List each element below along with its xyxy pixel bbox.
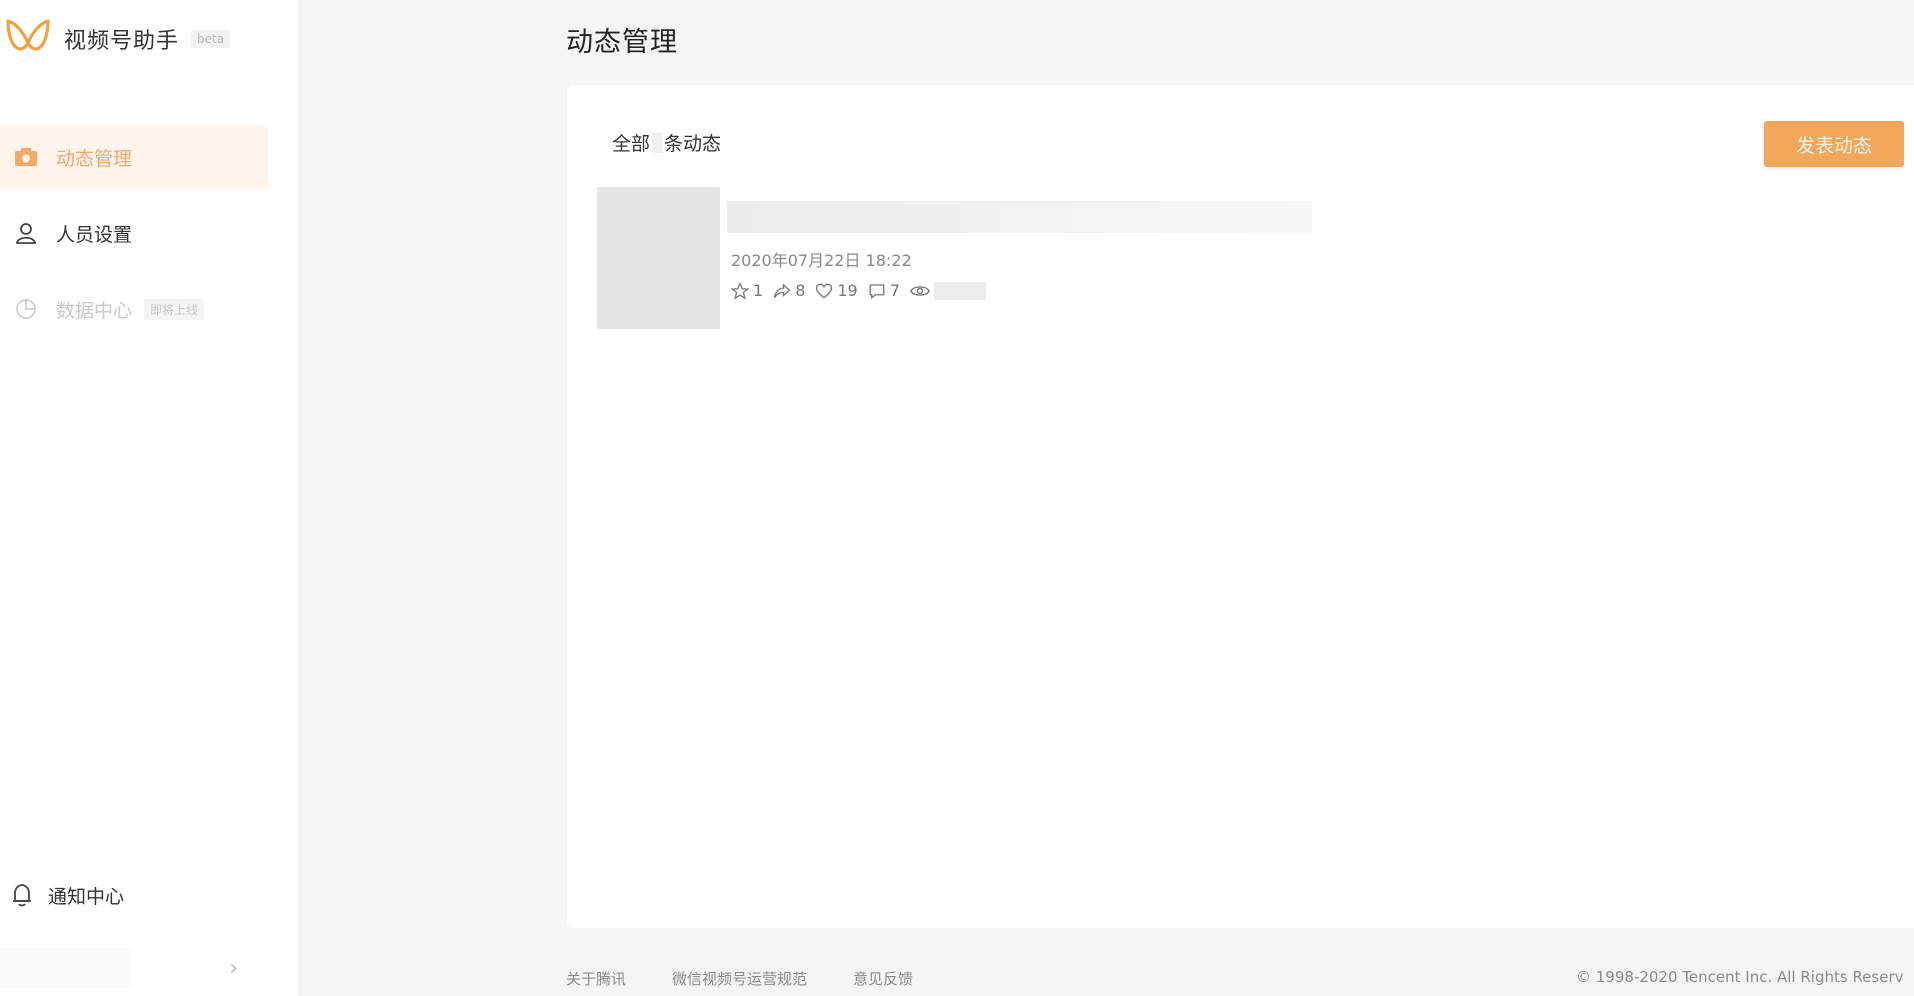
like-count: 19 xyxy=(837,281,858,300)
like-stat: 19 xyxy=(815,281,858,300)
eye-icon xyxy=(909,285,930,296)
sidebar-collapse[interactable]: › xyxy=(0,940,298,996)
footer-link-guidelines[interactable]: 微信视频号运营规范 xyxy=(672,968,807,989)
footer-link-feedback[interactable]: 意见反馈 xyxy=(853,968,913,989)
post-item[interactable]: 2020年07月22日 18:22 1 8 19 7 xyxy=(597,187,1397,331)
share-count: 8 xyxy=(795,281,806,300)
sidebar-item-posts[interactable]: 动态管理 xyxy=(0,125,268,189)
notification-center-label: 通知中心 xyxy=(48,885,125,908)
post-thumbnail[interactable] xyxy=(597,187,720,329)
channels-logo-icon xyxy=(6,19,50,51)
view-count-blurred xyxy=(933,281,986,300)
footer-link-about[interactable]: 关于腾讯 xyxy=(566,968,626,989)
collapse-bar xyxy=(0,948,130,988)
share-stat: 8 xyxy=(773,281,805,300)
posts-card: 全部 条动态 发表动态 2020年07月22日 18:22 1 8 19 7 xyxy=(567,85,1914,928)
sidebar-item-members[interactable]: 人员设置 xyxy=(0,201,268,265)
sidebar-item-data-center[interactable]: 数据中心 即将上线 xyxy=(0,277,268,341)
star-icon xyxy=(731,281,749,300)
beta-badge: beta xyxy=(191,30,231,48)
heart-icon xyxy=(816,283,833,299)
post-stats: 1 8 19 7 xyxy=(731,281,996,300)
copyright: © 1998-2020 Tencent Inc. All Rights Rese… xyxy=(1576,968,1904,986)
brand: 视频号助手 beta xyxy=(0,14,231,64)
bell-icon xyxy=(8,881,36,909)
filter-prefix: 全部 xyxy=(612,133,651,155)
page-title: 动态管理 xyxy=(566,27,678,58)
sidebar: 视频号助手 beta 动态管理 人员设置 数据中心 即将上线 通知中心 › xyxy=(0,0,298,996)
post-date: 2020年07月22日 18:22 xyxy=(731,251,912,270)
comment-icon xyxy=(869,283,885,299)
sidebar-item-label: 人员设置 xyxy=(56,223,133,246)
pie-chart-icon xyxy=(12,295,40,323)
notification-center[interactable]: 通知中心 xyxy=(0,870,124,920)
footer-links: 关于腾讯 微信视频号运营规范 意见反馈 xyxy=(566,968,959,989)
sidebar-item-label: 数据中心 xyxy=(56,299,133,322)
comment-stat: 7 xyxy=(868,281,900,300)
brand-title: 视频号助手 xyxy=(64,29,180,54)
sidebar-item-label: 动态管理 xyxy=(56,147,133,170)
camera-icon xyxy=(12,143,40,171)
coming-soon-badge: 即将上线 xyxy=(144,298,205,320)
favorite-stat: 1 xyxy=(731,281,763,300)
view-stat xyxy=(909,281,986,300)
sidebar-nav: 动态管理 人员设置 数据中心 即将上线 xyxy=(0,125,298,353)
chevron-right-icon[interactable]: › xyxy=(229,956,238,981)
post-count-filter[interactable]: 全部 条动态 xyxy=(612,129,721,156)
filter-suffix: 条动态 xyxy=(664,133,722,155)
post-count-blurred xyxy=(652,132,663,153)
share-icon xyxy=(774,283,791,298)
user-icon xyxy=(12,219,40,247)
publish-post-button[interactable]: 发表动态 xyxy=(1764,121,1904,167)
post-title-blurred xyxy=(727,201,1312,233)
comment-count: 7 xyxy=(889,281,900,300)
app-root: 视频号助手 beta 动态管理 人员设置 数据中心 即将上线 通知中心 › 动态… xyxy=(0,0,1914,996)
favorite-count: 1 xyxy=(753,281,764,300)
